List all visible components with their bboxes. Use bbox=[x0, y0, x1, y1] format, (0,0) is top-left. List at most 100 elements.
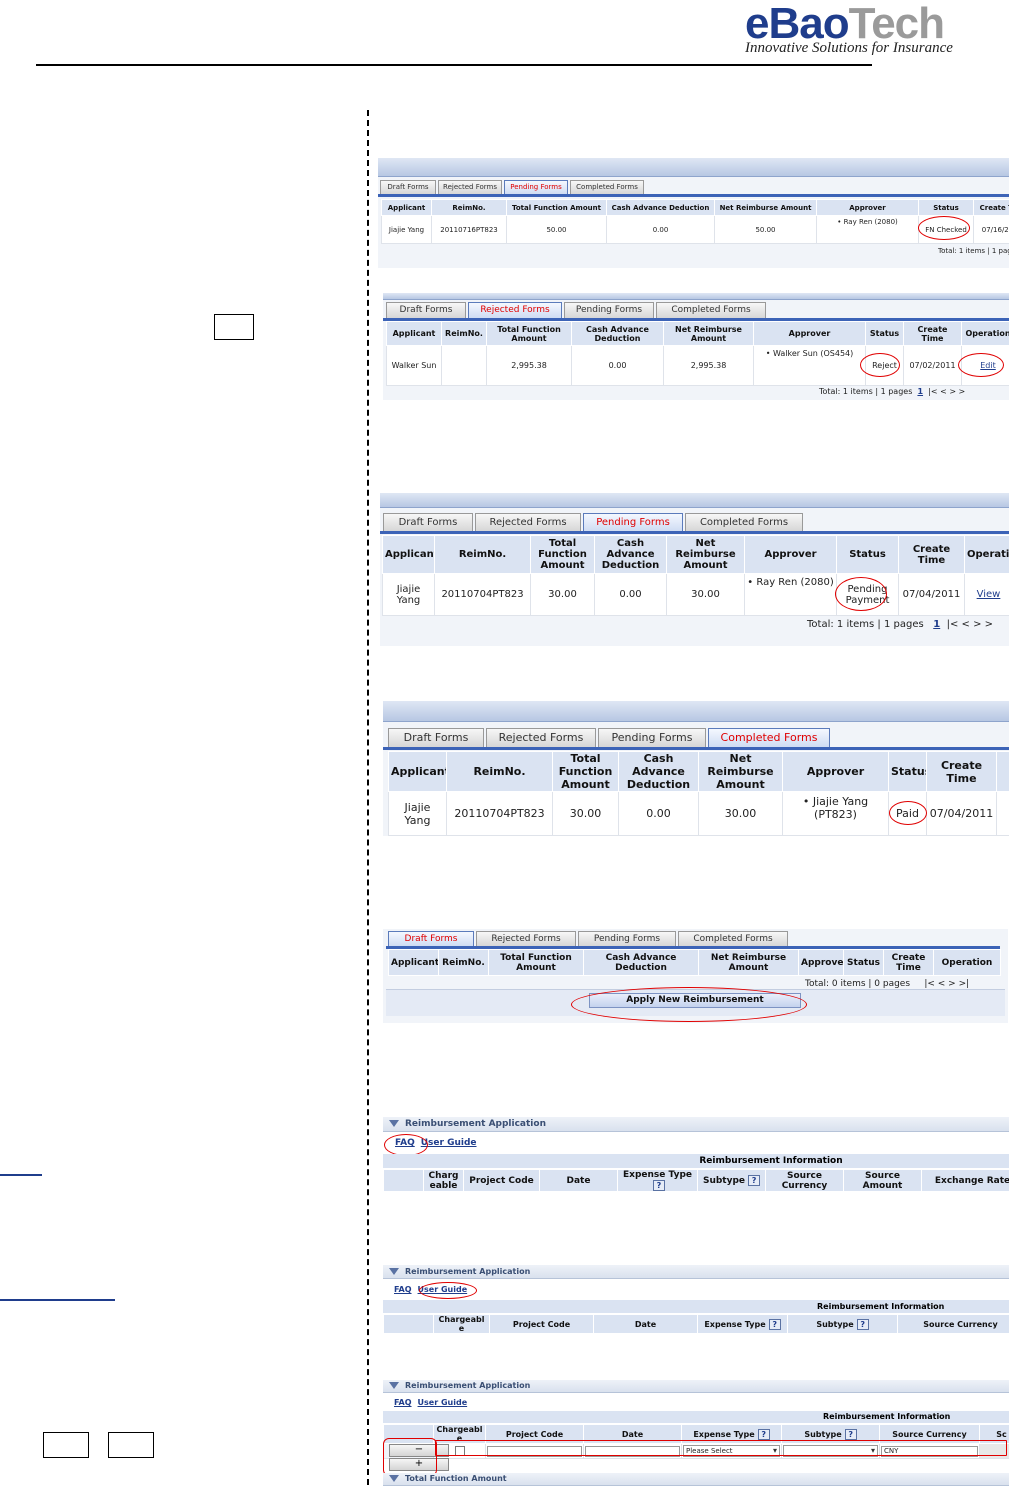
section-title: Reimbursement Application bbox=[405, 1119, 546, 1129]
footer-total: Total: 1 items | 1 pages bbox=[819, 387, 913, 396]
tab-draft-forms[interactable]: Draft Forms bbox=[380, 180, 436, 194]
help-icon[interactable]: ? bbox=[856, 1318, 869, 1330]
collapse-triangle-icon[interactable] bbox=[389, 1120, 399, 1127]
cell-create-time: 07/16/20 bbox=[973, 215, 1009, 244]
tab-completed-forms[interactable]: Completed Forms bbox=[708, 728, 830, 747]
section-header: Reimbursement Application bbox=[383, 1265, 1009, 1279]
tab-pending-forms[interactable]: Pending Forms bbox=[583, 513, 683, 531]
subtype-label: Subtype bbox=[816, 1319, 854, 1329]
cell-applicant: Walker Sun bbox=[386, 345, 442, 386]
tab-completed-forms[interactable]: Completed Forms bbox=[570, 180, 644, 194]
col-exchange-rate: Exchange Rate bbox=[921, 1169, 1009, 1192]
cell-create-time: 07/02/2011 bbox=[903, 345, 962, 386]
tab-completed-forms[interactable]: Completed Forms bbox=[685, 513, 803, 531]
collapse-triangle-icon[interactable] bbox=[389, 1268, 399, 1275]
faq-link[interactable]: FAQ bbox=[394, 1285, 412, 1294]
section-title: Reimbursement Application bbox=[405, 1381, 531, 1390]
tab-rejected-forms[interactable]: Rejected Forms bbox=[476, 931, 576, 946]
col-cash-advance-deduction: Cash Advance Deduction bbox=[618, 751, 699, 792]
page-number[interactable]: 1 bbox=[933, 619, 940, 630]
cell-total-function-amount: 30.00 bbox=[552, 791, 619, 836]
section-header: Reimbursement Application bbox=[383, 1117, 1009, 1132]
status-highlight-circle bbox=[918, 216, 970, 240]
help-icon[interactable]: ? bbox=[748, 1175, 761, 1186]
tab-pending-forms[interactable]: Pending Forms bbox=[578, 931, 676, 946]
table-row: Jiajie Yang 20110704PT823 30.00 0.00 30.… bbox=[382, 573, 1009, 616]
col-source-currency: Source Currency bbox=[897, 1314, 1009, 1333]
col-reimno: ReimNo. bbox=[438, 949, 489, 976]
tab-rejected-forms[interactable]: Rejected Forms bbox=[486, 728, 596, 747]
reimbursement-info-header: Reimbursement Information bbox=[383, 1300, 1009, 1313]
tab-pending-forms[interactable]: Pending Forms bbox=[598, 728, 706, 747]
collapse-triangle-icon[interactable] bbox=[389, 1382, 399, 1389]
faq-link[interactable]: FAQ bbox=[394, 1398, 412, 1407]
tab-completed-forms[interactable]: Completed Forms bbox=[656, 302, 766, 318]
user-guide-highlight-circle bbox=[419, 1282, 477, 1299]
footer-total: Total: 1 items | 1 pages bbox=[807, 619, 924, 630]
col-reimno: ReimNo. bbox=[434, 535, 531, 574]
tab-pending-forms[interactable]: Pending Forms bbox=[504, 180, 568, 194]
user-guide-link[interactable]: User Guide bbox=[418, 1398, 468, 1407]
column-divider bbox=[367, 110, 369, 1485]
reimbursement-info-header: Reimbursement Information bbox=[383, 1411, 1009, 1423]
reimbursement-columns: Charg eable Project Code Date Expense Ty… bbox=[383, 1169, 1009, 1192]
view-link[interactable]: View bbox=[977, 589, 1001, 600]
expense-type-label: Expense Type bbox=[693, 1429, 755, 1439]
logo-tagline: Innovative Solutions for Insurance bbox=[745, 40, 953, 56]
tab-draft-forms[interactable]: Draft Forms bbox=[383, 513, 473, 531]
help-icon[interactable]: ? bbox=[757, 1428, 770, 1440]
tab-pending-forms[interactable]: Pending Forms bbox=[564, 302, 654, 318]
cell-net-reimburse-amount: 30.00 bbox=[698, 791, 783, 836]
tab-rejected-forms[interactable]: Rejected Forms bbox=[438, 180, 502, 194]
cell-reimno: 20110704PT823 bbox=[446, 791, 553, 836]
status-highlight-circle bbox=[889, 801, 927, 825]
user-guide-link[interactable]: User Guide bbox=[421, 1138, 477, 1148]
tab-completed-forms[interactable]: Completed Forms bbox=[678, 931, 788, 946]
col-project-code: Project Code bbox=[463, 1169, 540, 1192]
tab-draft-forms[interactable]: Draft Forms bbox=[388, 931, 474, 946]
collapse-triangle-icon[interactable] bbox=[389, 1475, 399, 1482]
row-highlight bbox=[435, 1440, 1007, 1456]
cell-create-time: 07/04/2011 bbox=[926, 791, 997, 836]
page-number[interactable]: 1 bbox=[917, 387, 923, 396]
help-links: FAQ User Guide bbox=[394, 1398, 473, 1407]
pager-nav[interactable]: |< < > > bbox=[947, 619, 993, 630]
col-approver: Approver bbox=[782, 751, 889, 792]
help-icon[interactable]: ? bbox=[653, 1180, 665, 1191]
col-truncated bbox=[996, 751, 1009, 792]
cell-applicant: Jiajie Yang bbox=[382, 573, 435, 616]
col-operation: Operatio bbox=[964, 535, 1009, 574]
help-icon[interactable]: ? bbox=[844, 1428, 857, 1440]
col-total-function-amount: Total Function Amount bbox=[506, 199, 607, 216]
col-status: Status bbox=[918, 199, 974, 216]
reimbursement-application-section: Reimbursement Application FAQ User Guide … bbox=[383, 1265, 1009, 1333]
pending-forms-panel: Draft Forms Rejected Forms Pending Forms… bbox=[380, 493, 1009, 646]
col-cash-advance-deduction: Cash Advance Deduction bbox=[571, 321, 664, 346]
col-date: Date bbox=[593, 1314, 698, 1333]
help-icon[interactable]: ? bbox=[768, 1318, 781, 1330]
cell-approver: • Jiajie Yang (PT823) bbox=[782, 791, 889, 836]
col-approver: Approver bbox=[753, 321, 866, 346]
status-highlight-circle bbox=[860, 353, 900, 377]
col-source-currency: Source Currency bbox=[765, 1169, 844, 1192]
edit-highlight-circle bbox=[958, 353, 1004, 377]
col-operation: Operation bbox=[933, 949, 1001, 976]
left-box-mark bbox=[43, 1432, 89, 1458]
cell-approver: • Ray Ren (2080) bbox=[816, 215, 919, 244]
col-chargeable: Charg eable bbox=[423, 1169, 464, 1192]
approver-name: Walker Sun (OS454) bbox=[772, 349, 854, 358]
tab-rejected-forms[interactable]: Rejected Forms bbox=[468, 302, 562, 318]
cell-cash-advance-deduction: 0.00 bbox=[571, 345, 664, 386]
tab-draft-forms[interactable]: Draft Forms bbox=[386, 302, 466, 318]
tab-draft-forms[interactable]: Draft Forms bbox=[388, 728, 484, 747]
pager-nav[interactable]: |< < > > bbox=[928, 387, 965, 396]
completed-forms-panel: Draft Forms Rejected Forms Pending Forms… bbox=[383, 701, 1009, 836]
table-footer: Total: 0 items | 0 pages |< < > >| bbox=[805, 979, 969, 989]
pending-forms-table: Applicant ReimNo. Total Function Amount … bbox=[382, 535, 1009, 616]
pager-nav[interactable]: |< < > >| bbox=[924, 979, 969, 989]
tab-rejected-forms[interactable]: Rejected Forms bbox=[475, 513, 581, 531]
col-approver: Approver bbox=[798, 949, 844, 976]
left-link-underline-guide bbox=[0, 1299, 115, 1301]
col-cash-advance-deduction: Cash Advance Deduction bbox=[583, 949, 699, 976]
cell-net-reimburse-amount: 30.00 bbox=[666, 573, 745, 616]
